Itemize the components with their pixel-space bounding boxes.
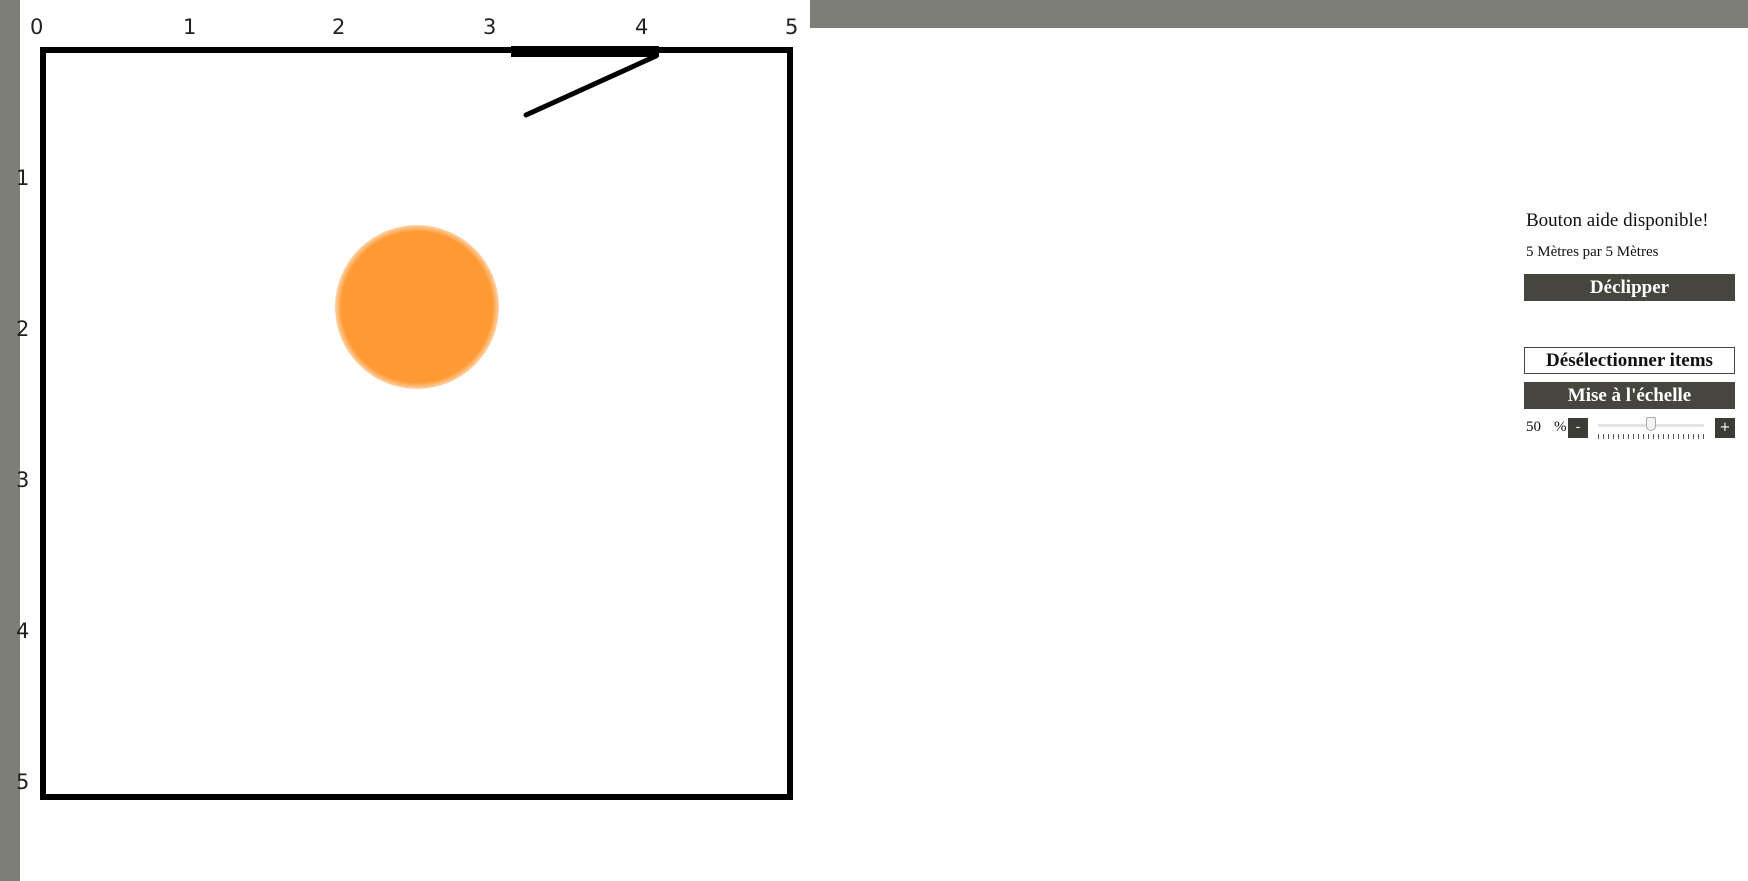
top-ruler-strip	[20, 0, 810, 28]
left-ruler-label-1: 1	[16, 166, 30, 190]
unclip-button[interactable]: Déclipper	[1524, 274, 1735, 301]
door-swing-line[interactable]	[523, 53, 659, 118]
left-ruler-label-3: 3	[16, 468, 30, 492]
left-ruler-label-5: 5	[16, 770, 30, 794]
top-ruler-label-3: 3	[483, 15, 497, 39]
scale-unit: %	[1554, 419, 1567, 435]
door-frame[interactable]	[511, 46, 659, 57]
scale-slider-ticks	[1598, 434, 1706, 439]
top-ruler-label-0: 0	[30, 15, 44, 39]
top-ruler-label-2: 2	[332, 15, 346, 39]
left-ruler-label-4: 4	[16, 619, 30, 643]
scale-control: 50 % - +	[1524, 415, 1739, 439]
left-ruler-bar	[0, 0, 20, 881]
floor-plan-canvas[interactable]	[20, 28, 810, 881]
room-dimensions: 5 Mètres par 5 Mètres	[1526, 244, 1659, 260]
orange-round-table[interactable]	[335, 225, 499, 389]
help-note: Bouton aide disponible!	[1526, 210, 1709, 231]
scale-slider-thumb[interactable]	[1646, 417, 1656, 431]
deselect-items-button[interactable]: Désélectionner items	[1524, 347, 1735, 374]
scale-button[interactable]: Mise à l'échelle	[1524, 382, 1735, 409]
top-ruler-label-1: 1	[183, 15, 197, 39]
control-panel: Bouton aide disponible! 5 Mètres par 5 M…	[1524, 210, 1739, 439]
scale-minus-button[interactable]: -	[1568, 418, 1588, 438]
scale-value: 50	[1526, 419, 1541, 435]
room-svg[interactable]	[20, 28, 810, 881]
top-ruler-label-4: 4	[635, 15, 649, 39]
scale-plus-button[interactable]: +	[1715, 418, 1735, 438]
room-walls	[40, 47, 793, 800]
top-ruler-label-5: 5	[785, 15, 799, 39]
left-ruler-label-2: 2	[16, 317, 30, 341]
